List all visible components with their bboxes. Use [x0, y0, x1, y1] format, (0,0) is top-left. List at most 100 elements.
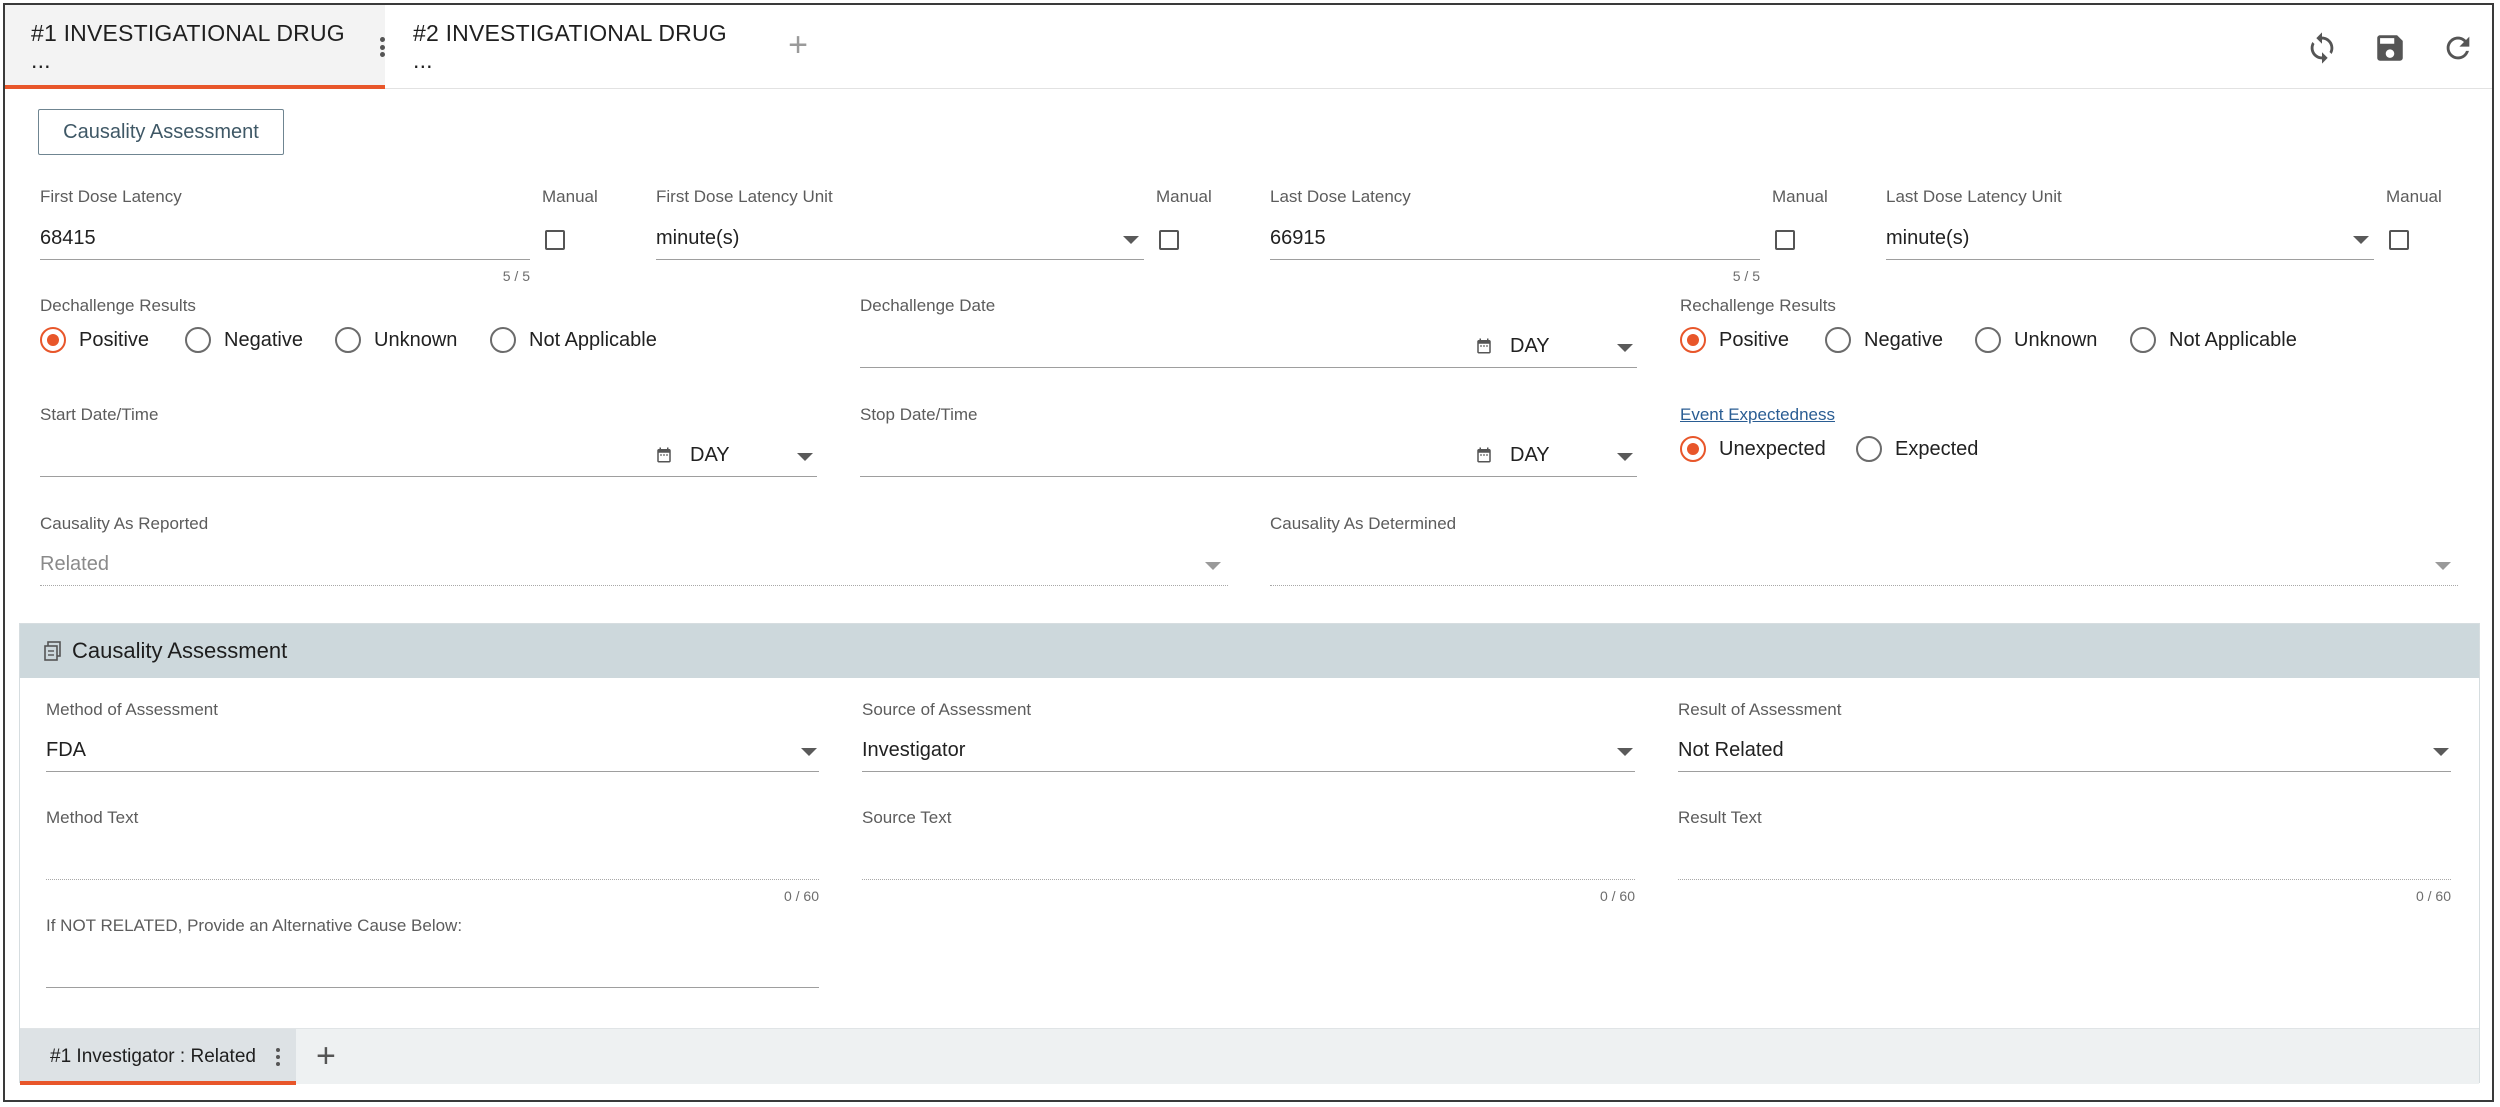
tab-menu-icon[interactable]: [380, 37, 385, 57]
chevron-down-icon[interactable]: [2435, 562, 2451, 570]
tab-drug-1-label: #1 INVESTIGATIONAL DRUG ...: [31, 20, 345, 73]
tab-investigator-related-label: #1 Investigator : Related: [50, 1046, 256, 1067]
start-datetime-underline: [40, 476, 817, 477]
rechallenge-not-applicable-radio[interactable]: [2130, 327, 2156, 353]
result-text-counter: 0 / 60: [2415, 888, 2451, 904]
stop-datetime-underline: [860, 476, 1637, 477]
causality-assessment-button[interactable]: Causality Assessment: [38, 109, 284, 155]
add-assessment-icon[interactable]: +: [316, 1039, 336, 1073]
rechallenge-positive-radio[interactable]: [1680, 327, 1706, 353]
rechallenge-negative-label: Negative: [1864, 329, 1943, 351]
causality-reported-underline: [40, 585, 1228, 586]
tab-bar: #1 INVESTIGATIONAL DRUG ... #2 INVESTIGA…: [5, 5, 2492, 89]
source-text-input[interactable]: [862, 879, 1635, 880]
expectedness-unexpected-label: Unexpected: [1719, 438, 1826, 460]
last-dose-unit-manual-checkbox[interactable]: [2389, 230, 2409, 250]
source-assessment-select[interactable]: Investigator: [862, 739, 965, 762]
document-icon: [44, 641, 61, 661]
method-assessment-underline: [46, 771, 819, 772]
save-icon[interactable]: [2373, 31, 2407, 65]
first-dose-unit-label: First Dose Latency Unit: [656, 187, 833, 206]
source-text-label: Source Text: [862, 808, 952, 827]
rechallenge-not-applicable-label: Not Applicable: [2169, 329, 2297, 351]
alternative-cause-input[interactable]: [46, 987, 819, 988]
active-tab-indicator: [5, 85, 385, 89]
calendar-icon[interactable]: [1475, 337, 1493, 355]
first-dose-manual-checkbox[interactable]: [545, 230, 565, 250]
first-dose-latency-input[interactable]: 68415: [40, 227, 96, 250]
last-dose-latency-underline: [1270, 259, 1760, 260]
chevron-down-icon[interactable]: [2353, 236, 2369, 244]
dechallenge-unknown-radio[interactable]: [335, 327, 361, 353]
result-assessment-select[interactable]: Not Related: [1678, 739, 1784, 762]
source-assessment-label: Source of Assessment: [862, 700, 1032, 719]
last-dose-unit-underline: [1886, 259, 2374, 260]
tab-menu-icon[interactable]: [275, 1048, 280, 1066]
result-text-label: Result Text: [1678, 808, 1762, 827]
last-dose-unit-select[interactable]: minute(s): [1886, 227, 1969, 250]
last-dose-manual-checkbox[interactable]: [1775, 230, 1795, 250]
expectedness-unexpected-radio[interactable]: [1680, 436, 1706, 462]
chevron-down-icon[interactable]: [801, 748, 817, 756]
start-datetime-label: Start Date/Time: [40, 405, 159, 424]
method-assessment-select[interactable]: FDA: [46, 739, 86, 762]
sync-icon[interactable]: [2305, 31, 2339, 65]
first-dose-latency-underline: [40, 259, 530, 260]
dechallenge-date-precision-select[interactable]: DAY: [1510, 335, 1550, 358]
dechallenge-negative-label: Negative: [224, 329, 303, 351]
chevron-down-icon[interactable]: [2433, 748, 2449, 756]
rechallenge-negative-radio[interactable]: [1825, 327, 1851, 353]
calendar-icon[interactable]: [655, 446, 673, 464]
last-dose-latency-input[interactable]: 66915: [1270, 227, 1326, 250]
active-tab-indicator: [20, 1081, 296, 1085]
reload-icon[interactable]: [2441, 31, 2475, 65]
chevron-down-icon[interactable]: [1617, 344, 1633, 352]
rechallenge-unknown-radio[interactable]: [1975, 327, 2001, 353]
first-dose-unit-manual-label: Manual: [1156, 187, 1212, 206]
expectedness-expected-radio[interactable]: [1856, 436, 1882, 462]
tab-drug-2-label: #2 INVESTIGATIONAL DRUG ...: [413, 20, 727, 73]
dechallenge-positive-radio[interactable]: [40, 327, 66, 353]
alternative-cause-label: If NOT RELATED, Provide an Alternative C…: [46, 916, 463, 935]
stop-datetime-label: Stop Date/Time: [860, 405, 978, 424]
chevron-down-icon[interactable]: [1617, 453, 1633, 461]
stop-datetime-precision-select[interactable]: DAY: [1510, 444, 1550, 467]
causality-reported-label: Causality As Reported: [40, 514, 209, 533]
method-text-label: Method Text: [46, 808, 139, 827]
calendar-icon[interactable]: [1475, 446, 1493, 464]
event-expectedness-link[interactable]: Event Expectedness: [1680, 405, 1835, 425]
chevron-down-icon[interactable]: [1123, 236, 1139, 244]
result-assessment-underline: [1678, 771, 2451, 772]
chevron-down-icon[interactable]: [1205, 562, 1221, 570]
method-text-input[interactable]: [46, 879, 819, 880]
tab-drug-1[interactable]: #1 INVESTIGATIONAL DRUG ...: [5, 5, 385, 89]
chevron-down-icon[interactable]: [1617, 748, 1633, 756]
dechallenge-unknown-label: Unknown: [374, 329, 458, 351]
first-dose-unit-manual-checkbox[interactable]: [1159, 230, 1179, 250]
form-window: #1 INVESTIGATIONAL DRUG ... #2 INVESTIGA…: [3, 3, 2494, 1102]
last-dose-latency-label: Last Dose Latency: [1270, 187, 1411, 206]
rechallenge-positive-label: Positive: [1719, 329, 1790, 351]
causality-assessment-header: Causality Assessment: [20, 624, 2479, 678]
tab-investigator-related[interactable]: #1 Investigator : Related: [20, 1029, 296, 1085]
causality-determined-underline: [1270, 585, 2458, 586]
tab-drug-2[interactable]: #2 INVESTIGATIONAL DRUG ...: [413, 5, 743, 89]
last-dose-unit-label: Last Dose Latency Unit: [1886, 187, 2062, 206]
causality-reported-select[interactable]: Related: [40, 553, 109, 576]
add-tab-icon[interactable]: +: [781, 28, 815, 63]
source-assessment-underline: [862, 771, 1635, 772]
dechallenge-date-label: Dechallenge Date: [860, 296, 996, 315]
last-dose-manual-label: Manual: [1772, 187, 1828, 206]
dechallenge-not-applicable-radio[interactable]: [490, 327, 516, 353]
result-text-input[interactable]: [1678, 879, 2451, 880]
rechallenge-unknown-label: Unknown: [2014, 329, 2098, 351]
result-assessment-label: Result of Assessment: [1678, 700, 1842, 719]
rechallenge-results-label: Rechallenge Results: [1680, 296, 1836, 315]
chevron-down-icon[interactable]: [797, 453, 813, 461]
start-datetime-precision-select[interactable]: DAY: [690, 444, 730, 467]
dechallenge-negative-radio[interactable]: [185, 327, 211, 353]
section-title: Causality Assessment: [72, 638, 288, 663]
expectedness-expected-label: Expected: [1895, 438, 1979, 460]
first-dose-manual-label: Manual: [542, 187, 598, 206]
first-dose-unit-select[interactable]: minute(s): [656, 227, 739, 250]
